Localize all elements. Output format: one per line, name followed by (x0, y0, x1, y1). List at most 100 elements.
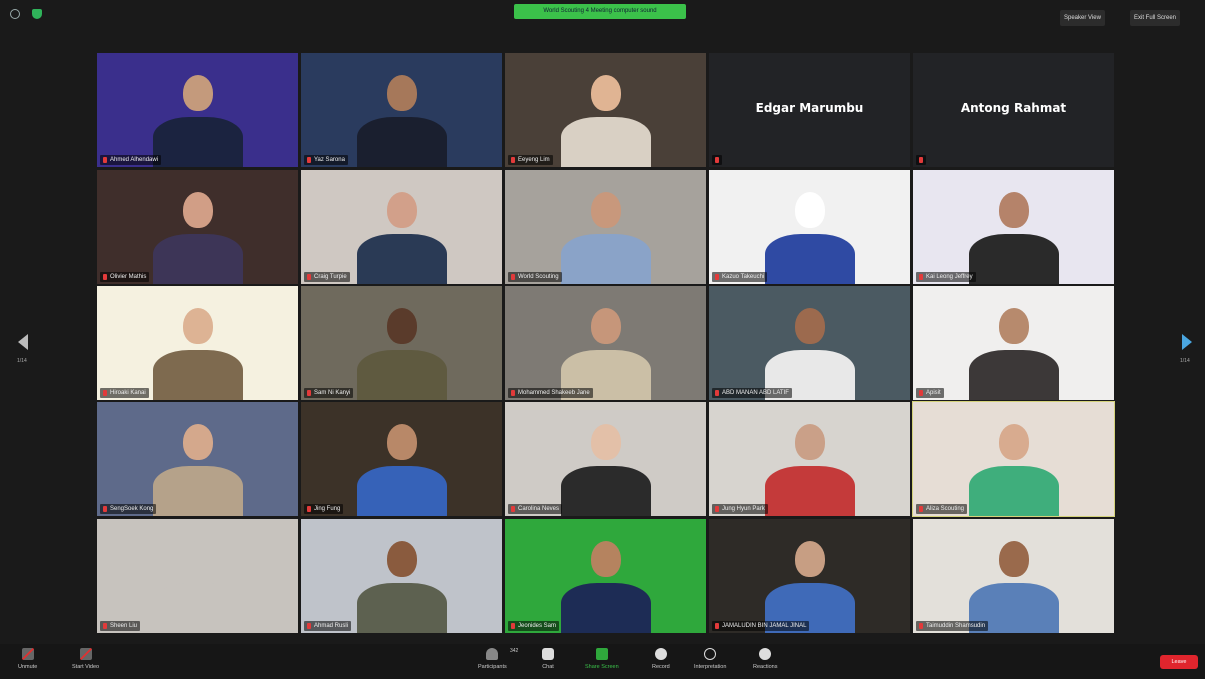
participant-torso (561, 583, 651, 633)
participant-tile[interactable]: Jeonides Sam (505, 519, 706, 633)
muted-mic-icon (715, 506, 719, 512)
unmute-button[interactable]: Unmute (18, 648, 37, 670)
participant-head (387, 424, 417, 460)
security-shield-icon[interactable] (32, 9, 42, 19)
muted-mic-icon (307, 506, 311, 512)
participant-tile[interactable]: JAMALUDIN BIN JAMAL JINAL (709, 519, 910, 633)
participant-name-label: Apisit (916, 388, 944, 398)
participant-tile[interactable]: Ahmad Rusli (301, 519, 502, 633)
participant-tile[interactable]: SengSoek Kong (97, 402, 298, 516)
participant-name-label: ABD MANAN ABD LATIF (712, 388, 792, 398)
participant-tile[interactable]: Sam Ni Kanyi (301, 286, 502, 400)
participant-tile[interactable]: Aliza Scouting (912, 401, 1115, 517)
muted-mic-icon (919, 390, 923, 396)
participant-name-label: Ahmed Alhendawi (100, 155, 162, 165)
muted-mic-icon (919, 623, 923, 629)
participants-button[interactable]: 342 Participants (478, 648, 518, 670)
muted-mic-icon (715, 390, 719, 396)
participant-head (999, 424, 1029, 460)
leave-button[interactable]: Leave (1160, 655, 1198, 669)
participant-name-label: Kai Leong Jeffrey (916, 272, 976, 282)
participant-torso (765, 234, 855, 284)
participant-head (591, 192, 621, 228)
participant-name-text: Craig Turpie (314, 274, 347, 280)
participant-torso (561, 466, 651, 516)
participant-head (183, 541, 213, 577)
participant-head (795, 424, 825, 460)
previous-page-arrow-icon[interactable] (18, 334, 28, 350)
participant-head (183, 75, 213, 111)
participant-name-text: SengSoek Kong (110, 506, 154, 512)
muted-mic-icon (919, 506, 923, 512)
participant-tile[interactable]: Jung Hyun Park (709, 402, 910, 516)
participant-tile[interactable]: Craig Turpie (301, 170, 502, 284)
participant-tile[interactable]: Carolina Neves (505, 402, 706, 516)
participant-tile[interactable]: Yaz Sarona (301, 53, 502, 167)
participant-torso (969, 234, 1059, 284)
muted-mic-icon (307, 157, 311, 163)
participant-name-label: SengSoek Kong (100, 504, 157, 514)
top-bar: World Scouting 4 Meeting computer sound … (0, 0, 1205, 28)
participant-torso (561, 117, 651, 167)
participant-tile[interactable]: World Scouting (505, 170, 706, 284)
participant-tile[interactable]: Taimuddin Shamsudin (913, 519, 1114, 633)
reactions-button[interactable]: Reactions (753, 648, 777, 670)
participant-tile[interactable]: Olivier Mathis (97, 170, 298, 284)
participant-name-text: Ahmed Alhendawi (110, 157, 159, 163)
video-off-icon (79, 648, 92, 660)
exit-fullscreen-button[interactable]: Exit Full Screen (1130, 10, 1181, 26)
participant-torso (357, 583, 447, 633)
participant-name-text: ABD MANAN ABD LATIF (722, 390, 789, 396)
participant-head (999, 308, 1029, 344)
participant-name-label: Kazuo Takeuchi (712, 272, 768, 282)
participants-count: 342 (510, 648, 519, 654)
participant-name-text: JAMALUDIN BIN JAMAL JINAL (722, 623, 807, 629)
muted-mic-icon (103, 390, 107, 396)
share-screen-button[interactable]: Share Screen (585, 648, 619, 670)
participant-name-label: Carolina Neves (508, 504, 563, 514)
record-button[interactable]: Record (652, 648, 670, 670)
info-icon[interactable] (10, 9, 20, 19)
participant-name-text: Jung Hyun Park (722, 506, 765, 512)
participant-tile[interactable]: Kai Leong Jeffrey (913, 170, 1114, 284)
participant-torso (969, 466, 1059, 516)
page-indicator-right: 1/14 (1180, 358, 1190, 364)
participant-tile[interactable]: Antong Rahmat (913, 53, 1114, 167)
participant-head (591, 541, 621, 577)
participant-torso (969, 350, 1059, 400)
chat-icon (542, 648, 554, 660)
participant-tile[interactable]: Apisit (913, 286, 1114, 400)
participant-tile[interactable]: Sheen Liu (97, 519, 298, 633)
participant-head (795, 541, 825, 577)
participant-display-name: Edgar Marumbu (755, 101, 864, 115)
participant-torso (357, 350, 447, 400)
muted-mic-icon (103, 157, 107, 163)
participant-tile[interactable]: ABD MANAN ABD LATIF (709, 286, 910, 400)
participant-head (387, 75, 417, 111)
participant-name-label: JAMALUDIN BIN JAMAL JINAL (712, 621, 810, 631)
participant-name-text: Sam Ni Kanyi (314, 390, 351, 396)
participant-name-label: Jung Hyun Park (712, 504, 768, 514)
smiley-icon (759, 648, 772, 660)
interpretation-button[interactable]: Interpretation (694, 648, 726, 670)
start-video-button[interactable]: Start Video (72, 648, 99, 670)
participant-tile[interactable]: Kazuo Takeuchi (709, 170, 910, 284)
participant-tile[interactable]: Mohammed Shakeeb Jane (505, 286, 706, 400)
participant-head (183, 424, 213, 460)
participant-name-label: Sheen Liu (100, 621, 141, 631)
participant-tile[interactable]: Hiroaki Kanai (97, 286, 298, 400)
participant-tile[interactable]: Ahmed Alhendawi (97, 53, 298, 167)
participant-tile[interactable]: Edgar Marumbu (709, 53, 910, 167)
participant-name-text: Eeyeng Lim (518, 157, 550, 163)
next-page-arrow-icon[interactable] (1182, 334, 1192, 350)
participant-torso (765, 466, 855, 516)
participant-tile[interactable]: Eeyeng Lim (505, 53, 706, 167)
participant-name-label: Mohammed Shakeeb Jane (508, 388, 593, 398)
participant-name-label: Sam Ni Kanyi (304, 388, 354, 398)
speaker-view-button[interactable]: Speaker View (1060, 10, 1105, 26)
participant-tile[interactable]: Jing Fung (301, 402, 502, 516)
participant-head (387, 192, 417, 228)
participant-torso (153, 466, 243, 516)
participant-name-text: Olivier Mathis (110, 274, 147, 280)
chat-button[interactable]: Chat (542, 648, 554, 670)
